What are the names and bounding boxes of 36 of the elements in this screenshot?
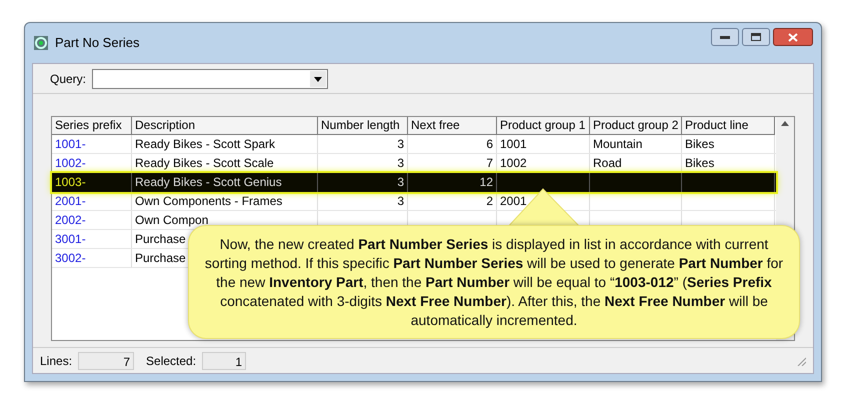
table-cell: 3 — [397, 156, 404, 170]
table-cell: 1001 — [500, 137, 527, 151]
table-cell: Mountain — [593, 137, 642, 151]
table-cell: 2002- — [55, 213, 86, 227]
table-cell: 2001- — [55, 194, 86, 208]
table-cell: Ready Bikes - Scott Spark — [135, 137, 276, 151]
table-cell: 1002 — [500, 156, 527, 170]
table-cell: Own Components - Frames — [135, 194, 282, 208]
table-cell: Bikes — [685, 156, 714, 170]
table-cell: Purchase — [135, 251, 186, 265]
table-cell: 1003- — [55, 175, 86, 189]
table-cell: 3 — [397, 194, 404, 208]
callout-text: Now, the new created Part Number Series is displayed in list in accordance with current sorting method. If this specific Part Number Series will be used to generate Part Number for the new Inventory Part, then the Part Number will be equal to “1003-012” (Series Prefix concatenated with 3-digits Next Free Number). After this, the Next Free Number will be automatically incremented. — [204, 234, 784, 330]
table-cell: 6 — [486, 137, 493, 151]
table-cell: 1001- — [55, 137, 86, 151]
table-cell: Ready Bikes - Scott Scale — [135, 156, 274, 170]
table-cell: Ready Bikes - Scott Genius — [135, 175, 282, 189]
table-cell: 7 — [486, 156, 493, 170]
table-cell: 3 — [397, 137, 404, 151]
lines-label: Lines: — [40, 352, 72, 370]
table-cell: Bikes — [685, 137, 714, 151]
selected-label: Selected: — [146, 352, 196, 370]
table-cell: 3 — [397, 175, 404, 189]
table-cell: 2001 — [500, 194, 527, 208]
selected-count: 1 — [202, 352, 246, 370]
table-cell: Own Compon — [135, 213, 208, 227]
query-label: Query: — [50, 70, 86, 88]
lines-count: 7 — [78, 352, 134, 370]
window-title: Part No Series — [55, 34, 140, 52]
table-cell: 3001- — [55, 232, 86, 246]
table-cell: 3002- — [55, 251, 86, 265]
table-cell: 1002- — [55, 156, 86, 170]
table-cell: 2 — [486, 194, 493, 208]
table-cell: Purchase — [135, 232, 186, 246]
table-cell: 12 — [480, 175, 493, 189]
table-cell: Road — [593, 156, 622, 170]
